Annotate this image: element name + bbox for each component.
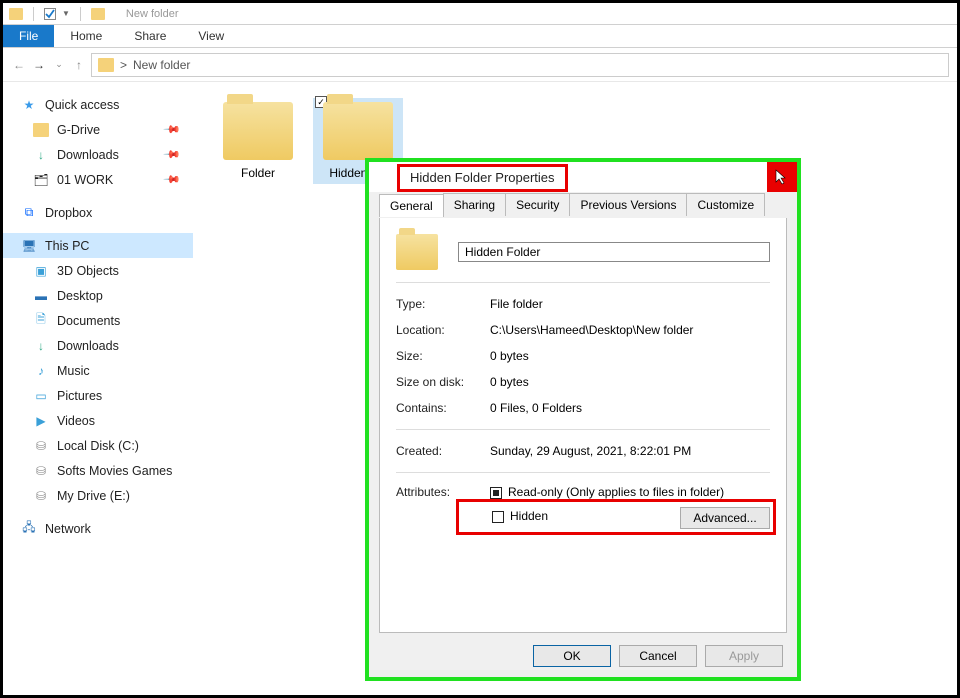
dropbox-icon: ⧉ bbox=[21, 206, 37, 220]
back-icon[interactable]: ← bbox=[11, 58, 27, 72]
properties-dialog: Hidden Folder Properties General Sharing… bbox=[365, 158, 801, 681]
tab-view[interactable]: View bbox=[182, 25, 240, 47]
dialog-title: Hidden Folder Properties bbox=[397, 164, 568, 192]
folder-icon bbox=[223, 102, 293, 160]
type-label: Type: bbox=[396, 297, 490, 311]
breadcrumb-current[interactable]: New folder bbox=[133, 58, 190, 72]
sidebar-3d-objects[interactable]: ▣3D Objects bbox=[3, 258, 193, 283]
attributes-label: Attributes: bbox=[396, 485, 490, 499]
folder-icon bbox=[323, 102, 393, 160]
sidebar-videos[interactable]: ▶Videos bbox=[3, 408, 193, 433]
folder-icon bbox=[396, 234, 438, 270]
documents-icon: 🗎 bbox=[33, 314, 49, 328]
readonly-label: Read-only (Only applies to files in fold… bbox=[508, 485, 724, 499]
folder-name-input[interactable] bbox=[458, 242, 770, 262]
tab-security[interactable]: Security bbox=[505, 193, 570, 216]
contains-label: Contains: bbox=[396, 401, 490, 415]
cube-icon: ▣ bbox=[33, 264, 49, 278]
pc-icon: 🖥 bbox=[21, 239, 37, 253]
folder-icon bbox=[91, 8, 105, 20]
size-value: 0 bytes bbox=[490, 349, 529, 363]
size-on-disk-label: Size on disk: bbox=[396, 375, 490, 389]
sidebar-disk-c[interactable]: ⛁Local Disk (C:) bbox=[3, 433, 193, 458]
disk-icon: ⛁ bbox=[33, 489, 49, 503]
tab-general[interactable]: General bbox=[379, 194, 444, 217]
folder-icon bbox=[9, 8, 23, 20]
sidebar-music[interactable]: ♪Music bbox=[3, 358, 193, 383]
sidebar-network[interactable]: 🖧Network bbox=[3, 516, 193, 541]
cancel-button[interactable]: Cancel bbox=[619, 645, 697, 667]
dialog-body: Type:File folder Location:C:\Users\Hamee… bbox=[379, 218, 787, 633]
advanced-button[interactable]: Advanced... bbox=[680, 507, 770, 529]
check-icon[interactable] bbox=[44, 8, 56, 20]
disk-icon: ⛁ bbox=[33, 464, 49, 478]
ok-button[interactable]: OK bbox=[533, 645, 611, 667]
recent-dropdown-icon[interactable]: ⌄ bbox=[51, 59, 67, 70]
window-title: New folder bbox=[126, 8, 179, 20]
music-icon: ♪ bbox=[33, 364, 49, 378]
download-icon bbox=[33, 339, 49, 353]
sidebar-01work[interactable]: 🗂01 WORK📌 bbox=[3, 167, 193, 192]
tab-previous-versions[interactable]: Previous Versions bbox=[569, 193, 687, 216]
sidebar-quick-access[interactable]: ★Quick access bbox=[3, 92, 193, 117]
type-value: File folder bbox=[490, 297, 543, 311]
sidebar-dropbox[interactable]: ⧉Dropbox bbox=[3, 200, 193, 225]
sidebar-pictures[interactable]: ▭Pictures bbox=[3, 383, 193, 408]
pin-icon: 📌 bbox=[163, 170, 182, 189]
location-label: Location: bbox=[396, 323, 490, 337]
sidebar-documents[interactable]: 🗎Documents bbox=[3, 308, 193, 333]
desktop-icon: ▬ bbox=[33, 289, 49, 303]
sidebar-disk-d[interactable]: ⛁Softs Movies Games bbox=[3, 458, 193, 483]
explorer-window: ▼ New folder File Home Share View ← → ⌄ … bbox=[3, 3, 957, 695]
size-on-disk-value: 0 bytes bbox=[490, 375, 529, 389]
pin-icon: 📌 bbox=[163, 145, 182, 164]
sidebar-downloads-quick[interactable]: Downloads📌 bbox=[3, 142, 193, 167]
apply-button[interactable]: Apply bbox=[705, 645, 783, 667]
close-button[interactable] bbox=[767, 162, 797, 192]
folder-icon bbox=[98, 58, 114, 72]
sidebar-downloads[interactable]: Downloads bbox=[3, 333, 193, 358]
work-icon: 🗂 bbox=[33, 173, 49, 187]
disk-icon: ⛁ bbox=[33, 439, 49, 453]
ribbon-tabs: File Home Share View bbox=[3, 25, 957, 48]
address-bar[interactable]: > New folder bbox=[91, 53, 949, 77]
created-label: Created: bbox=[396, 444, 490, 458]
tab-customize[interactable]: Customize bbox=[686, 193, 765, 216]
videos-icon: ▶ bbox=[33, 414, 49, 428]
sidebar-gdrive[interactable]: G-Drive📌 bbox=[3, 117, 193, 142]
folder-label: Folder bbox=[213, 166, 303, 180]
dialog-tabs: General Sharing Security Previous Versio… bbox=[369, 192, 797, 216]
forward-icon[interactable]: → bbox=[31, 58, 47, 72]
breadcrumb-sep: > bbox=[120, 58, 127, 72]
tab-sharing[interactable]: Sharing bbox=[443, 193, 506, 216]
cursor-icon bbox=[773, 168, 791, 186]
contains-value: 0 Files, 0 Folders bbox=[490, 401, 582, 415]
tab-home[interactable]: Home bbox=[54, 25, 118, 47]
size-label: Size: bbox=[396, 349, 490, 363]
navbar: ← → ⌄ ↑ > New folder bbox=[3, 48, 957, 82]
hidden-label: Hidden bbox=[510, 509, 548, 523]
hidden-checkbox[interactable] bbox=[492, 511, 504, 523]
up-icon[interactable]: ↑ bbox=[71, 58, 87, 72]
pin-icon: 📌 bbox=[163, 120, 182, 139]
titlebar: ▼ New folder bbox=[3, 3, 957, 25]
network-icon: 🖧 bbox=[21, 522, 37, 536]
folder-item[interactable]: Folder bbox=[213, 102, 303, 180]
created-value: Sunday, 29 August, 2021, 8:22:01 PM bbox=[490, 444, 691, 458]
readonly-checkbox[interactable] bbox=[490, 487, 502, 499]
sidebar-this-pc[interactable]: 🖥This PC bbox=[3, 233, 193, 258]
location-value: C:\Users\Hameed\Desktop\New folder bbox=[490, 323, 693, 337]
tab-share[interactable]: Share bbox=[118, 25, 182, 47]
qat-dropdown-icon[interactable]: ▼ bbox=[62, 9, 70, 18]
tab-file[interactable]: File bbox=[3, 25, 54, 47]
dialog-titlebar: Hidden Folder Properties bbox=[369, 162, 797, 192]
sidebar-disk-e[interactable]: ⛁My Drive (E:) bbox=[3, 483, 193, 508]
dialog-buttons: OK Cancel Apply bbox=[533, 645, 783, 667]
nav-pane: ★Quick access G-Drive📌 Downloads📌 🗂01 WO… bbox=[3, 82, 193, 695]
pictures-icon: ▭ bbox=[33, 389, 49, 403]
sidebar-desktop[interactable]: ▬Desktop bbox=[3, 283, 193, 308]
